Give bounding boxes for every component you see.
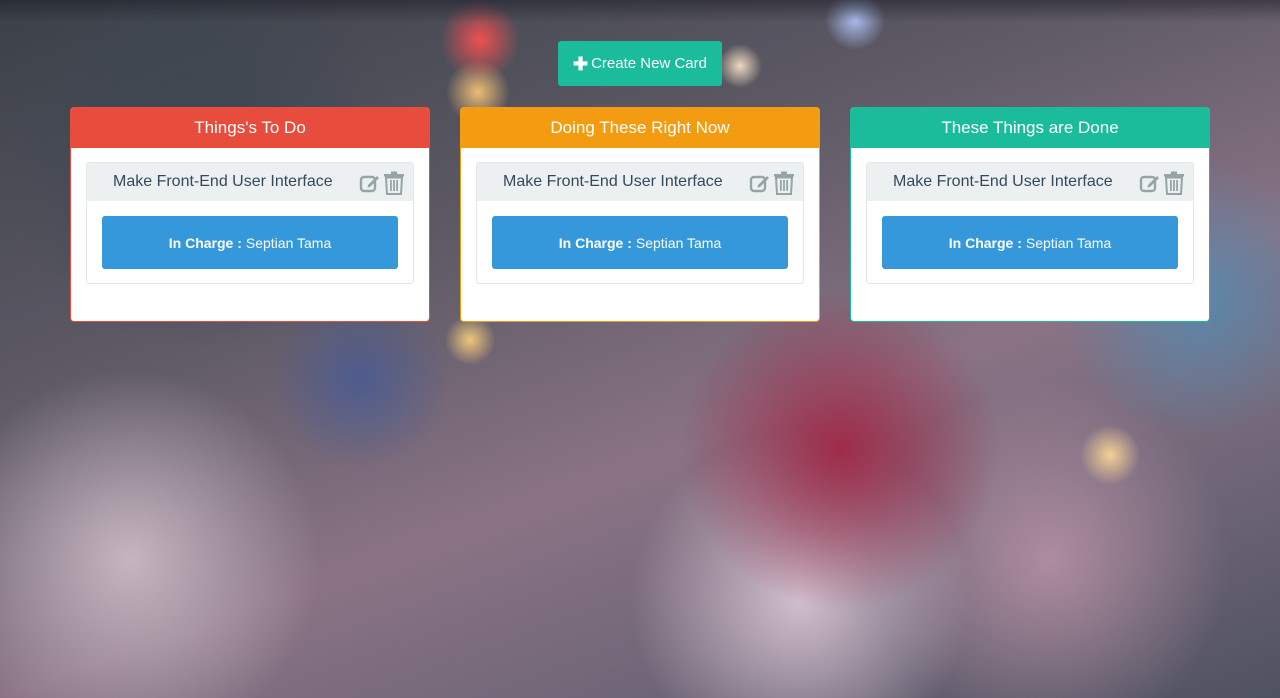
card-title: Make Front-End User Interface: [503, 173, 723, 190]
card-title: Make Front-End User Interface: [893, 173, 1113, 190]
background-shade: [0, 0, 1280, 22]
plus-icon: ✚: [573, 53, 589, 74]
edit-icon[interactable]: [749, 172, 771, 194]
task-card[interactable]: Make Front-End User Interface In Charge …: [866, 162, 1194, 284]
board-columns: Things's To Do Make Front-End User Inter…: [70, 107, 1210, 322]
in-charge-label: In Charge :: [558, 234, 632, 251]
create-new-card-label: Create New Card: [591, 55, 707, 72]
edit-icon[interactable]: [359, 172, 381, 194]
in-charge-label: In Charge :: [948, 234, 1022, 251]
column-body: Make Front-End User Interface In Charge …: [461, 148, 819, 284]
card-actions: [749, 171, 795, 195]
column-todo: Things's To Do Make Front-End User Inter…: [70, 107, 430, 322]
column-header: Things's To Do: [71, 108, 429, 148]
card-title: Make Front-End User Interface: [113, 173, 333, 190]
in-charge-badge: In Charge : Septian Tama: [492, 216, 788, 269]
column-body: Make Front-End User Interface In Charge …: [851, 148, 1209, 284]
edit-icon[interactable]: [1139, 172, 1161, 194]
create-new-card-button[interactable]: ✚ Create New Card: [558, 41, 722, 86]
column-doing: Doing These Right Now Make Front-End Use…: [460, 107, 820, 322]
card-header: Make Front-End User Interface: [867, 163, 1193, 201]
in-charge-label: In Charge :: [168, 234, 242, 251]
card-actions: [1139, 171, 1185, 195]
task-card[interactable]: Make Front-End User Interface In Charge …: [86, 162, 414, 284]
in-charge-badge: In Charge : Septian Tama: [102, 216, 398, 269]
trash-icon[interactable]: [383, 171, 405, 195]
in-charge-name: Septian Tama: [1025, 234, 1112, 251]
card-body: In Charge : Septian Tama: [867, 201, 1193, 284]
in-charge-name: Septian Tama: [245, 234, 332, 251]
trash-icon[interactable]: [773, 171, 795, 195]
in-charge-name: Septian Tama: [635, 234, 722, 251]
card-actions: [359, 171, 405, 195]
task-card[interactable]: Make Front-End User Interface In Charge …: [476, 162, 804, 284]
column-done: These Things are Done Make Front-End Use…: [850, 107, 1210, 322]
column-body: Make Front-End User Interface In Charge …: [71, 148, 429, 284]
column-header: These Things are Done: [851, 108, 1209, 148]
card-body: In Charge : Septian Tama: [477, 201, 803, 284]
card-body: In Charge : Septian Tama: [87, 201, 413, 284]
column-header: Doing These Right Now: [461, 108, 819, 148]
in-charge-badge: In Charge : Septian Tama: [882, 216, 1178, 269]
card-header: Make Front-End User Interface: [87, 163, 413, 201]
card-header: Make Front-End User Interface: [477, 163, 803, 201]
trash-icon[interactable]: [1163, 171, 1185, 195]
